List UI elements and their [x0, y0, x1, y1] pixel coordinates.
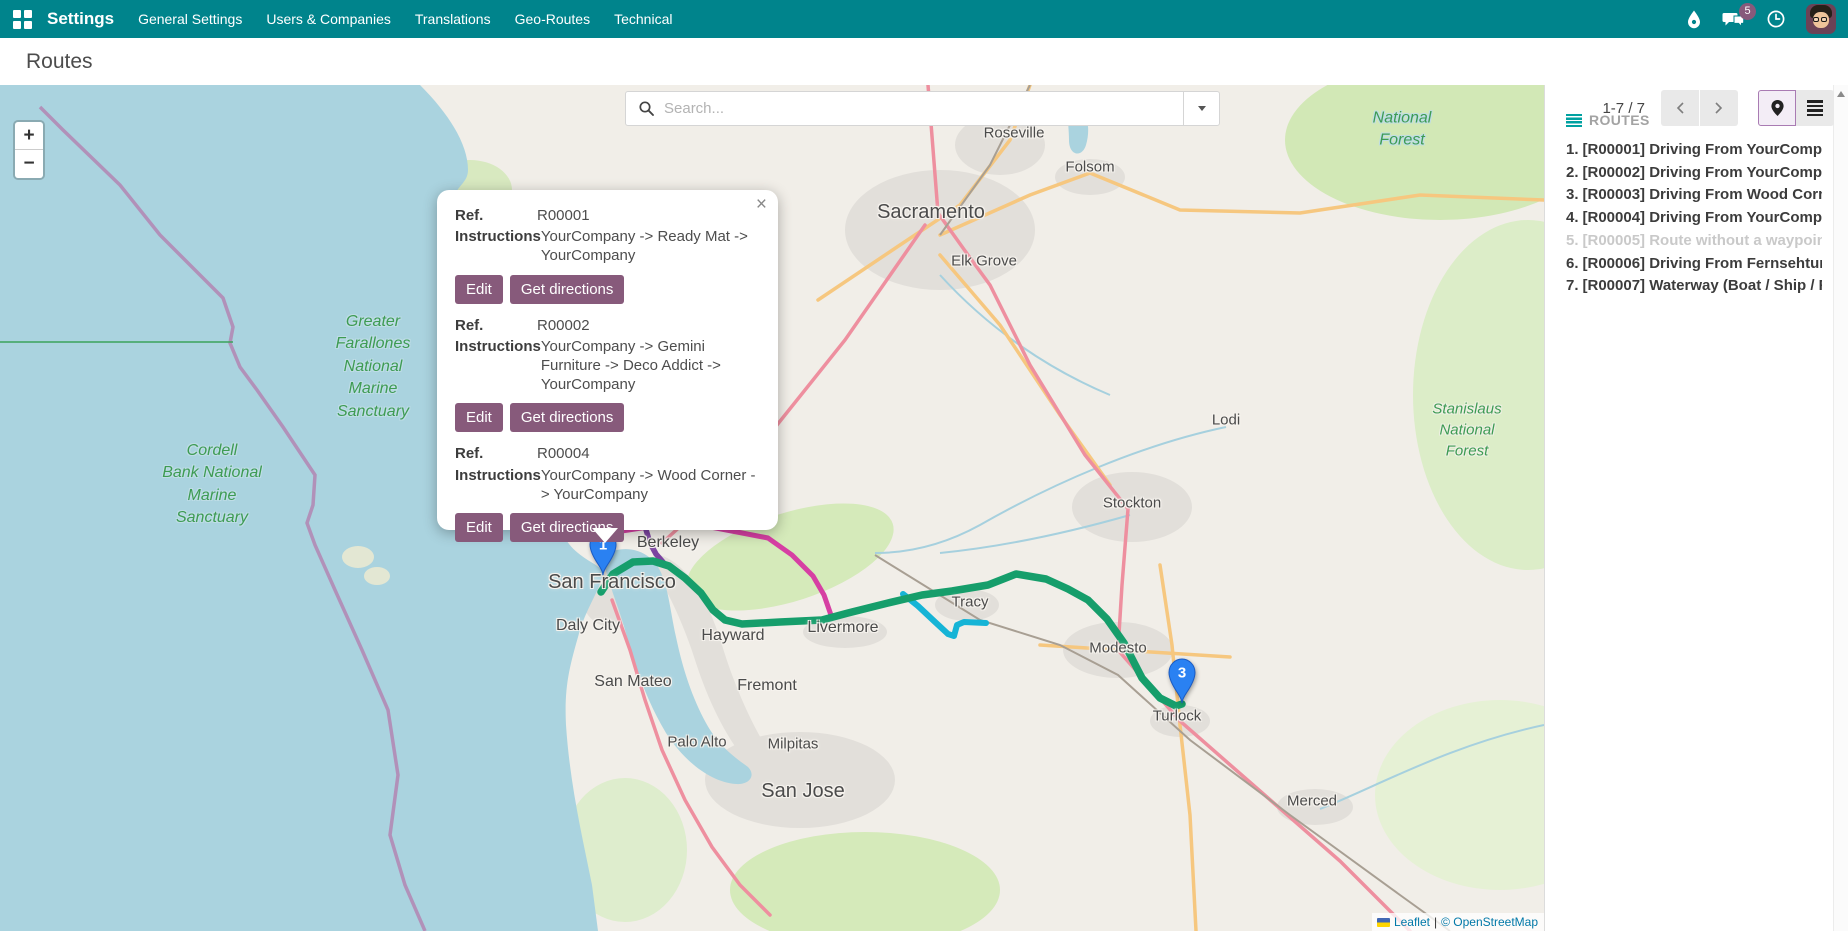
instructions-label: Instructions [455, 337, 541, 395]
page-title: Routes [26, 50, 93, 74]
openstreetmap-link[interactable]: © OpenStreetMap [1441, 915, 1538, 929]
pager-previous-button[interactable] [1661, 90, 1699, 126]
sidebar-route-item-6[interactable]: 6.[R00006] Driving From Fernsehturm t… [1566, 253, 1822, 276]
search-input[interactable] [664, 100, 1183, 117]
menu-translations[interactable]: Translations [415, 11, 491, 27]
list-icon [1807, 100, 1823, 116]
get-directions-button[interactable]: Get directions [510, 275, 625, 304]
view-switcher [1758, 90, 1834, 126]
popup-entry-r00002: Ref.R00002 InstructionsYourCompany -> Ge… [455, 316, 758, 433]
list-view-button[interactable] [1796, 90, 1834, 126]
menu-general-settings[interactable]: General Settings [138, 11, 242, 27]
urban-area [1072, 472, 1192, 542]
leaflet-link[interactable]: Leaflet [1394, 915, 1430, 929]
attribution-separator: | [1434, 915, 1437, 929]
route-popup: × Ref.R00001 InstructionsYourCompany -> … [437, 190, 778, 530]
control-panel: Routes 1-7 / 7 [0, 38, 1848, 85]
search-bar [625, 91, 1220, 126]
messages-badge: 5 [1739, 3, 1756, 20]
sidebar-route-item-3[interactable]: 3.[R00003] Driving From Wood Corner t… [1566, 184, 1822, 207]
top-navbar: Settings General Settings Users & Compan… [0, 0, 1848, 38]
popup-tail [592, 528, 618, 543]
popup-entry-r00001: Ref.R00001 InstructionsYourCompany -> Re… [455, 206, 758, 304]
sidebar-scrollbar[interactable] [1833, 85, 1848, 931]
menu-geo-routes[interactable]: Geo-Routes [515, 11, 590, 27]
search-filters-toggle[interactable] [1183, 92, 1219, 125]
map-view-button[interactable] [1758, 90, 1796, 126]
routes-map-view-app: Settings General Settings Users & Compan… [0, 0, 1848, 931]
pager-range: 1-7 / 7 [1602, 100, 1645, 117]
droplet-icon[interactable] [1686, 9, 1702, 29]
control-panel-right: 1-7 / 7 [1602, 90, 1834, 126]
marker-label: 3 [1178, 665, 1186, 682]
sidebar-route-item-2[interactable]: 2.[R00002] Driving From YourCompany … [1566, 162, 1822, 185]
sidebar-route-item-4[interactable]: 4.[R00004] Driving From YourCompany … [1566, 207, 1822, 230]
urban-area [845, 170, 1035, 290]
get-directions-button[interactable]: Get directions [510, 403, 625, 432]
instructions-label: Instructions [455, 466, 541, 504]
urban-area [1055, 159, 1125, 195]
avatar-glasses [1813, 17, 1827, 22]
sidebar-route-item-5: 5.[R00005] Route without a waypoint [1566, 230, 1822, 253]
urban-area [1277, 789, 1353, 825]
instructions-label: Instructions [455, 227, 541, 265]
popup-close-icon[interactable]: × [756, 195, 767, 214]
instructions-value: YourCompany -> Ready Mat -> YourCompany [541, 227, 758, 265]
map-marker-3[interactable]: 3 [1167, 657, 1197, 705]
zoom-in-button[interactable]: + [15, 122, 43, 150]
pager-next-button[interactable] [1700, 90, 1738, 126]
apps-menu-icon[interactable] [13, 10, 32, 29]
map-pin-icon [1770, 99, 1785, 117]
map-attribution: Leaflet | © OpenStreetMap [1372, 913, 1544, 931]
island [342, 546, 374, 568]
routes-sidebar: ROUTES 1.[R00001] Driving From YourCompa… [1544, 85, 1848, 931]
ref-value: R00004 [537, 444, 590, 463]
menu-users-companies[interactable]: Users & Companies [266, 11, 391, 27]
ref-value: R00001 [537, 206, 590, 225]
user-avatar[interactable] [1806, 4, 1836, 34]
ukraine-flag-icon [1377, 918, 1390, 927]
ref-label: Ref. [455, 444, 537, 463]
zoom-out-button[interactable]: − [15, 150, 43, 178]
routes-list-icon [1566, 114, 1582, 127]
edit-button[interactable]: Edit [455, 513, 503, 542]
zoom-control: + − [13, 120, 45, 180]
app-name[interactable]: Settings [47, 9, 114, 29]
activities-clock-icon[interactable] [1766, 9, 1786, 29]
search-icon [638, 100, 655, 117]
ref-label: Ref. [455, 206, 537, 225]
island [364, 567, 390, 585]
ref-label: Ref. [455, 316, 537, 335]
leaflet-map[interactable]: National Forest Roseville Folsom Sacrame… [0, 85, 1544, 931]
sidebar-route-item-1[interactable]: 1.[R00001] Driving From YourCompany … [1566, 139, 1822, 162]
sidebar-route-item-7[interactable]: 7.[R00007] Waterway (Boat / Ship / Ferr… [1566, 275, 1822, 298]
chevron-down-icon [1198, 106, 1206, 111]
menu-technical[interactable]: Technical [614, 11, 672, 27]
navbar-right: 5 [1686, 4, 1848, 34]
edit-button[interactable]: Edit [455, 403, 503, 432]
ref-value: R00002 [537, 316, 590, 335]
edit-button[interactable]: Edit [455, 275, 503, 304]
instructions-value: YourCompany -> Wood Corner -> YourCompan… [541, 466, 758, 504]
instructions-value: YourCompany -> Gemini Furniture -> Deco … [541, 337, 758, 395]
messages-icon[interactable]: 5 [1722, 10, 1746, 29]
scrollbar-up-arrow[interactable] [1837, 91, 1845, 97]
